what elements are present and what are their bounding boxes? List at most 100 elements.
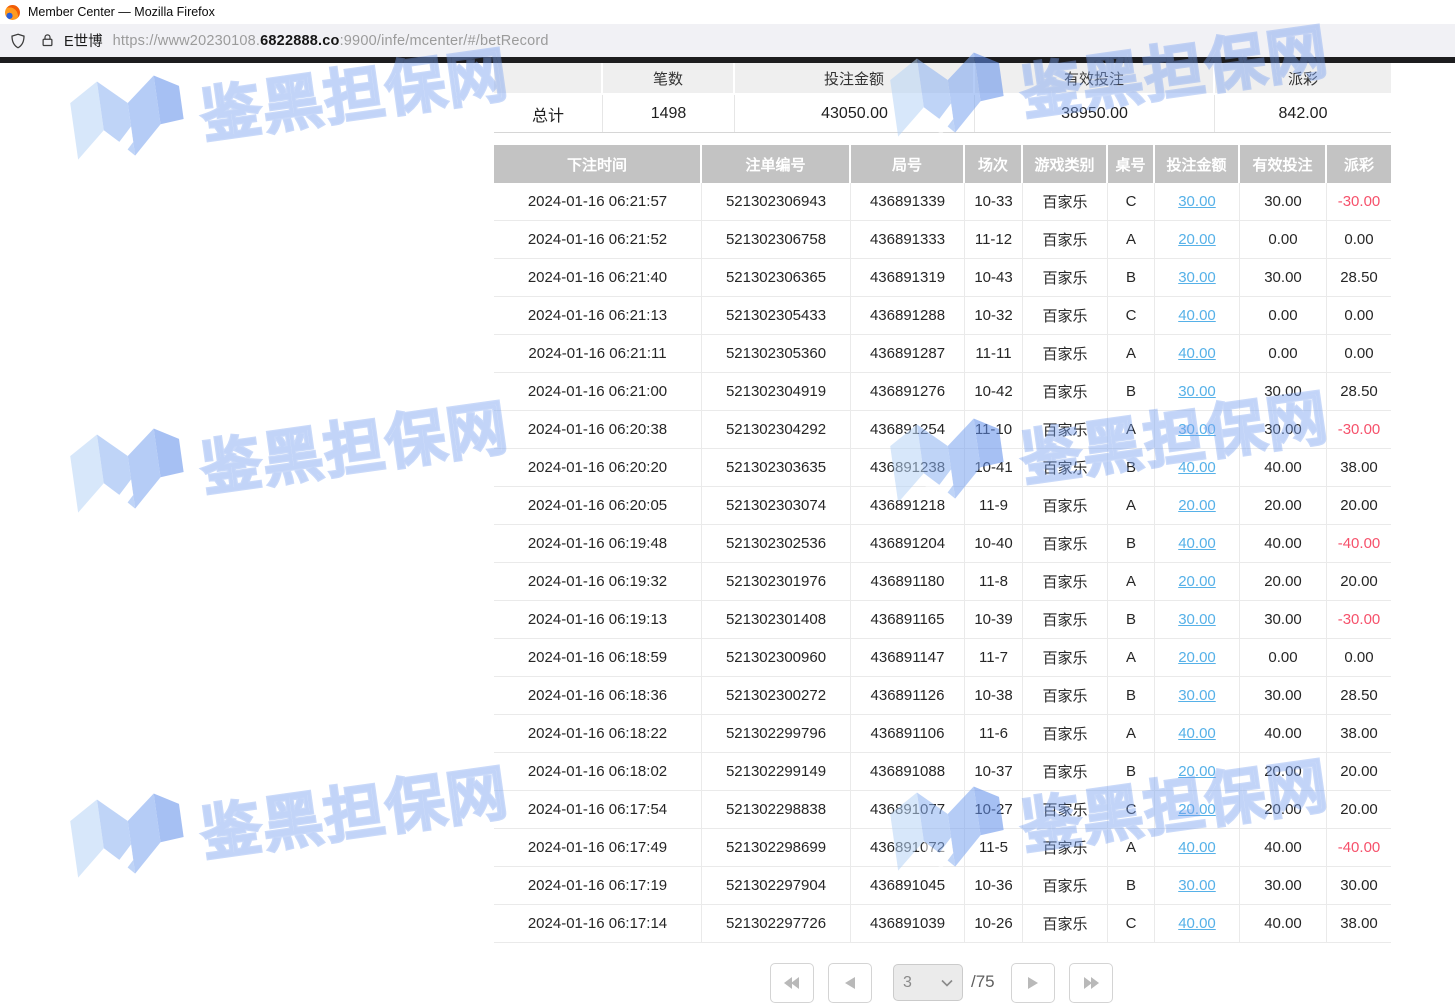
col-header-session: 场次 xyxy=(965,145,1023,183)
cell-bet-time: 2024-01-16 06:21:40 xyxy=(494,259,702,296)
cell-game-type: 百家乐 xyxy=(1023,867,1108,904)
cell-session: 10-40 xyxy=(965,525,1023,562)
bet-amount-link[interactable]: 20.00 xyxy=(1178,231,1216,248)
bet-amount-link[interactable]: 30.00 xyxy=(1178,877,1216,894)
col-header-bet-time: 下注时间 xyxy=(494,145,702,183)
bet-amount-link[interactable]: 20.00 xyxy=(1178,497,1216,514)
cell-bet-time: 2024-01-16 06:18:02 xyxy=(494,753,702,790)
cell-bet-id: 521302299149 xyxy=(702,753,851,790)
bet-amount-link[interactable]: 40.00 xyxy=(1178,535,1216,552)
cell-bet-amount: 20.00 xyxy=(1155,221,1240,258)
cell-bet-amount: 30.00 xyxy=(1155,677,1240,714)
cell-bet-id: 521302305360 xyxy=(702,335,851,372)
cell-valid-bet: 20.00 xyxy=(1240,791,1327,828)
bet-amount-link[interactable]: 40.00 xyxy=(1178,307,1216,324)
cell-bet-amount: 20.00 xyxy=(1155,791,1240,828)
cell-bet-time: 2024-01-16 06:21:52 xyxy=(494,221,702,258)
cell-table-no: A xyxy=(1108,487,1155,524)
cell-game-type: 百家乐 xyxy=(1023,449,1108,486)
cell-bet-time: 2024-01-16 06:21:11 xyxy=(494,335,702,372)
bet-amount-link[interactable]: 40.00 xyxy=(1178,345,1216,362)
bet-amount-link[interactable]: 20.00 xyxy=(1178,573,1216,590)
cell-valid-bet: 20.00 xyxy=(1240,753,1327,790)
window-title-bar: Member Center — Mozilla Firefox xyxy=(0,0,1455,24)
cell-bet-time: 2024-01-16 06:18:59 xyxy=(494,639,702,676)
bet-amount-link[interactable]: 40.00 xyxy=(1178,839,1216,856)
bet-amount-link[interactable]: 30.00 xyxy=(1178,269,1216,286)
lock-icon[interactable] xyxy=(38,32,56,50)
cell-bet-amount: 40.00 xyxy=(1155,905,1240,942)
cell-bet-time: 2024-01-16 06:17:54 xyxy=(494,791,702,828)
cell-valid-bet: 30.00 xyxy=(1240,411,1327,448)
summary-col-payout: 派彩 xyxy=(1215,63,1391,95)
bet-amount-link[interactable]: 30.00 xyxy=(1178,687,1216,704)
cell-game-type: 百家乐 xyxy=(1023,335,1108,372)
bet-amount-link[interactable]: 30.00 xyxy=(1178,383,1216,400)
cell-session: 10-42 xyxy=(965,373,1023,410)
cell-payout: 28.50 xyxy=(1327,677,1391,714)
cell-bet-time: 2024-01-16 06:20:05 xyxy=(494,487,702,524)
cell-round-no: 436891072 xyxy=(851,829,965,866)
bet-amount-link[interactable]: 30.00 xyxy=(1178,193,1216,210)
prev-page-button[interactable] xyxy=(828,963,872,1003)
cell-payout: 28.50 xyxy=(1327,373,1391,410)
bet-amount-link[interactable]: 40.00 xyxy=(1178,915,1216,932)
table-row: 2024-01-16 06:17:19521302297904436891045… xyxy=(494,867,1391,905)
shield-icon[interactable] xyxy=(8,31,28,51)
site-identity-label[interactable]: E世博 xyxy=(64,30,103,51)
cell-table-no: C xyxy=(1108,791,1155,828)
col-header-payout: 派彩 xyxy=(1327,145,1391,183)
bet-amount-link[interactable]: 20.00 xyxy=(1178,801,1216,818)
bet-amount-link[interactable]: 40.00 xyxy=(1178,725,1216,742)
cell-round-no: 436891238 xyxy=(851,449,965,486)
cell-bet-amount: 20.00 xyxy=(1155,753,1240,790)
cell-table-no: B xyxy=(1108,677,1155,714)
bet-amount-link[interactable]: 30.00 xyxy=(1178,611,1216,628)
cell-session: 11-10 xyxy=(965,411,1023,448)
last-page-button[interactable] xyxy=(1069,963,1113,1003)
cell-valid-bet: 0.00 xyxy=(1240,221,1327,258)
cell-table-no: A xyxy=(1108,411,1155,448)
cell-bet-amount: 40.00 xyxy=(1155,829,1240,866)
cell-payout: 0.00 xyxy=(1327,297,1391,334)
summary-total-bet-amount: 43050.00 xyxy=(735,95,975,132)
bet-amount-link[interactable]: 40.00 xyxy=(1178,459,1216,476)
next-page-button[interactable] xyxy=(1011,963,1055,1003)
table-row: 2024-01-16 06:17:14521302297726436891039… xyxy=(494,905,1391,943)
table-row: 2024-01-16 06:21:11521302305360436891287… xyxy=(494,335,1391,373)
guarantee-logo-icon xyxy=(62,59,194,184)
cell-session: 10-32 xyxy=(965,297,1023,334)
cell-bet-time: 2024-01-16 06:18:22 xyxy=(494,715,702,752)
cell-session: 11-7 xyxy=(965,639,1023,676)
cell-bet-id: 521302304919 xyxy=(702,373,851,410)
bet-amount-link[interactable]: 30.00 xyxy=(1178,421,1216,438)
url-prefix: https://www20230108. xyxy=(113,33,260,49)
cell-valid-bet: 0.00 xyxy=(1240,297,1327,334)
page-select[interactable]: 3 xyxy=(893,964,963,1001)
address-bar-url[interactable]: https://www20230108.6822888.co:9900/infe… xyxy=(113,33,549,49)
cell-bet-id: 521302306943 xyxy=(702,183,851,220)
cell-bet-id: 521302306365 xyxy=(702,259,851,296)
summary-total-payout: 842.00 xyxy=(1215,95,1391,132)
col-header-bet-amount: 投注金额 xyxy=(1155,145,1240,183)
col-header-round-no: 局号 xyxy=(851,145,965,183)
bet-amount-link[interactable]: 20.00 xyxy=(1178,763,1216,780)
cell-bet-id: 521302303635 xyxy=(702,449,851,486)
summary-col-count: 笔数 xyxy=(603,63,735,95)
bet-amount-link[interactable]: 20.00 xyxy=(1178,649,1216,666)
cell-payout: 20.00 xyxy=(1327,753,1391,790)
cell-round-no: 436891319 xyxy=(851,259,965,296)
cell-bet-id: 521302300960 xyxy=(702,639,851,676)
cell-payout: 30.00 xyxy=(1327,867,1391,904)
summary-col-blank xyxy=(494,63,603,95)
cell-bet-time: 2024-01-16 06:20:20 xyxy=(494,449,702,486)
cell-table-no: A xyxy=(1108,639,1155,676)
cell-table-no: A xyxy=(1108,335,1155,372)
cell-game-type: 百家乐 xyxy=(1023,791,1108,828)
cell-payout: -30.00 xyxy=(1327,183,1391,220)
first-page-button[interactable] xyxy=(770,963,814,1003)
cell-valid-bet: 30.00 xyxy=(1240,183,1327,220)
table-row: 2024-01-16 06:19:13521302301408436891165… xyxy=(494,601,1391,639)
cell-round-no: 436891180 xyxy=(851,563,965,600)
bet-table-header-row: 下注时间注单编号局号场次游戏类别桌号投注金额有效投注派彩 xyxy=(494,145,1391,183)
